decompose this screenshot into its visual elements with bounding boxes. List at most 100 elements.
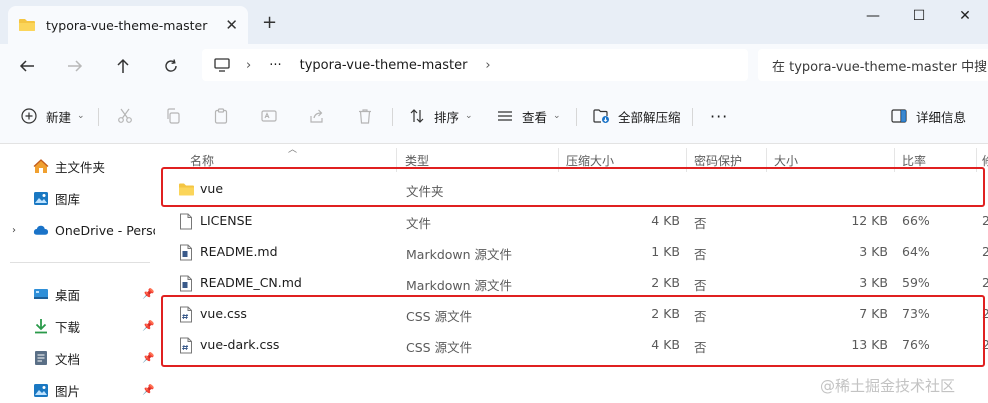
file-name: LICENSE <box>200 213 253 228</box>
document-icon <box>33 350 49 366</box>
details-pane-icon <box>890 107 908 125</box>
modified-date: 2 <box>982 213 988 228</box>
cut-button[interactable] <box>116 105 134 127</box>
divider <box>392 108 393 126</box>
password-protected: 否 <box>694 247 707 262</box>
scissors-icon <box>116 107 134 125</box>
search-input[interactable]: 在 typora-vue-theme-master 中搜 <box>758 49 988 81</box>
file-name: README_CN.md <box>200 275 302 290</box>
arrow-left-icon <box>19 60 34 72</box>
column-name-label: 名称 <box>190 153 215 168</box>
sidebar-item-onedrive[interactable]: › OneDrive - Perso <box>0 216 158 244</box>
divider <box>692 108 693 126</box>
extract-all-button[interactable]: 全部解压缩 <box>592 105 681 127</box>
delete-button[interactable] <box>356 105 374 127</box>
cloud-icon <box>33 222 49 238</box>
sidebar-item-gallery[interactable]: 图库 <box>0 184 158 212</box>
plus-circle-icon <box>20 107 38 125</box>
markdown-file-icon <box>180 275 192 292</box>
file-type: Markdown 源文件 <box>406 247 513 262</box>
sidebar-item-home[interactable]: 主文件夹 <box>0 152 158 180</box>
highlight-box-css-files <box>161 295 985 367</box>
file-name: README.md <box>200 244 278 259</box>
sidebar-item-pictures[interactable]: 图片 📌 <box>0 376 158 403</box>
up-button[interactable] <box>110 54 136 78</box>
sort-label: 排序 <box>434 109 460 125</box>
list-view-icon <box>496 107 514 125</box>
rename-button[interactable] <box>260 105 278 127</box>
window-close-button[interactable]: ✕ <box>942 0 988 32</box>
details-label: 详细信息 <box>916 109 967 125</box>
view-button[interactable]: 查看 ⌄ <box>496 105 561 127</box>
forward-button[interactable] <box>62 54 88 78</box>
window-controls: — ☐ ✕ <box>850 0 988 32</box>
refresh-button[interactable] <box>158 54 184 78</box>
column-password-label: 密码保护 <box>694 153 743 168</box>
tab-active[interactable]: typora-vue-theme-master ✕ <box>8 6 248 44</box>
paste-button[interactable] <box>212 105 230 127</box>
sidebar-item-label: 图库 <box>55 191 81 207</box>
breadcrumb-current[interactable]: typora-vue-theme-master <box>300 58 468 73</box>
extract-folder-icon <box>592 107 610 125</box>
new-tab-button[interactable]: + <box>262 12 277 33</box>
sort-ascending-icon: ︿ <box>288 145 298 155</box>
more-options-button[interactable]: ··· <box>710 105 728 127</box>
sidebar-item-label: OneDrive - Perso <box>55 222 155 238</box>
sidebar-item-label: 桌面 <box>55 287 81 303</box>
table-row[interactable]: README.md Markdown 源文件 1 KB 否 3 KB 64% 2 <box>160 237 988 268</box>
rename-icon <box>260 107 278 125</box>
highlight-box-folder <box>161 167 985 207</box>
sidebar-item-downloads[interactable]: 下载 📌 <box>0 312 158 340</box>
extract-all-label: 全部解压缩 <box>618 109 681 125</box>
column-size-label: 大小 <box>774 153 799 168</box>
compression-ratio: 66% <box>902 213 930 228</box>
title-bar: typora-vue-theme-master ✕ + — ☐ ✕ <box>0 0 988 44</box>
maximize-button[interactable]: ☐ <box>896 0 942 32</box>
sidebar-item-label: 图片 <box>55 383 81 399</box>
trash-icon <box>356 107 374 125</box>
sidebar-item-desktop[interactable]: 桌面 📌 <box>0 280 158 308</box>
table-row[interactable]: LICENSE 文件 4 KB 否 12 KB 66% 2 <box>160 206 988 237</box>
file-type: Markdown 源文件 <box>406 278 513 293</box>
file-type: 文件 <box>406 216 432 231</box>
compressed-size: 2 KB <box>651 275 680 290</box>
chevron-down-icon: ⌄ <box>465 111 473 121</box>
chevron-down-icon: ⌄ <box>553 111 561 121</box>
modified-date: 2 <box>982 275 988 290</box>
download-icon <box>33 318 49 334</box>
markdown-file-icon <box>180 244 192 261</box>
column-type-label: 类型 <box>405 153 430 168</box>
copy-icon <box>164 107 182 125</box>
arrow-up-icon <box>117 58 129 73</box>
sort-button[interactable]: 排序 ⌄ <box>408 105 473 127</box>
sidebar-item-label: 下载 <box>55 319 81 335</box>
new-label: 新建 <box>46 109 72 125</box>
breadcrumb-overflow[interactable]: ··· <box>269 58 281 73</box>
column-compressed-label: 压缩大小 <box>566 153 615 168</box>
address-bar[interactable]: › ··· typora-vue-theme-master › <box>202 49 748 81</box>
compression-ratio: 59% <box>902 275 930 290</box>
navigation-bar: › ··· typora-vue-theme-master › 在 typora… <box>0 44 988 88</box>
desktop-icon <box>33 286 49 302</box>
compressed-size: 4 KB <box>651 213 680 228</box>
sidebar-item-documents[interactable]: 文档 📌 <box>0 344 158 372</box>
column-modified-label: 修 <box>982 152 988 169</box>
share-button[interactable] <box>308 105 326 127</box>
sidebar-item-label: 主文件夹 <box>55 159 106 175</box>
minimize-button[interactable]: — <box>850 0 896 32</box>
pin-icon: 📌 <box>142 288 155 300</box>
chevron-down-icon: ⌄ <box>77 111 85 121</box>
back-button[interactable] <box>14 54 40 78</box>
watermark: @稀土掘金技术社区 <box>820 377 956 395</box>
new-button[interactable]: 新建 ⌄ <box>20 105 85 127</box>
modified-date: 2 <box>982 244 988 259</box>
details-pane-button[interactable]: 详细信息 <box>890 105 966 127</box>
chevron-right-icon[interactable]: › <box>485 58 490 73</box>
home-icon <box>33 158 49 174</box>
compressed-size: 1 KB <box>651 244 680 259</box>
tab-close-icon[interactable]: ✕ <box>225 16 238 34</box>
pictures-icon <box>33 382 49 398</box>
pin-icon: 📌 <box>142 384 155 396</box>
chevron-right-icon[interactable]: › <box>12 225 16 236</box>
copy-button[interactable] <box>164 105 182 127</box>
